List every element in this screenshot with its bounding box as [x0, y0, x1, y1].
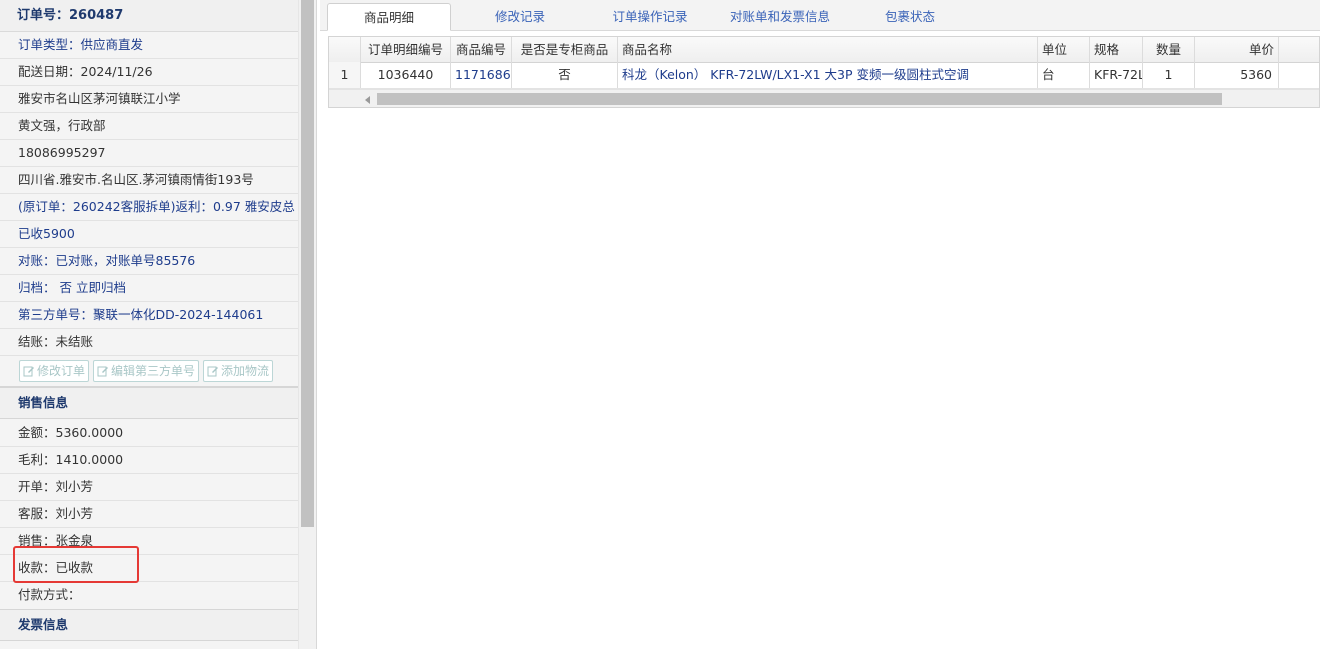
sales-profit: 毛利：1410.0000	[0, 447, 298, 474]
delivery-address: 四川省.雅安市.名山区.茅河镇雨情街193号	[0, 167, 298, 194]
invoice-info-title: 发票信息	[0, 609, 298, 641]
edit-icon	[97, 366, 109, 377]
tab-reconciliation-invoice[interactable]: 对账单和发票信息	[718, 3, 842, 30]
grid-header: 订单明细编号 商品编号 是否是专柜商品 商品名称 单位 规格 数量 单价	[329, 37, 1319, 63]
tabs-bar: 商品明细 修改记录 订单操作记录 对账单和发票信息 包裹状态	[320, 0, 1320, 31]
order-number-title: 订单号：260487	[0, 0, 298, 32]
sales-amount: 金额：5360.0000	[0, 419, 298, 447]
header-product-name[interactable]: 商品名称	[618, 37, 1038, 62]
edit-third-party-label: 编辑第三方单号	[111, 364, 196, 378]
header-spec[interactable]: 规格	[1090, 37, 1143, 62]
row-spec: KFR-72L	[1090, 62, 1143, 88]
row-product-id-link[interactable]: 1171686	[451, 62, 512, 88]
header-is-counter[interactable]: 是否是专柜商品	[512, 37, 618, 62]
row-price: 5360	[1195, 62, 1279, 88]
row-qty: 1	[1143, 62, 1195, 88]
tab-package-status[interactable]: 包裹状态	[860, 3, 960, 30]
row-unit: 台	[1038, 62, 1090, 88]
contact-phone: 18086995297	[0, 140, 298, 167]
add-logistics-button[interactable]: 添加物流	[203, 360, 274, 382]
edit-icon	[23, 366, 34, 377]
received-amount: 已收5900	[0, 221, 298, 248]
payment-highlight-box	[13, 546, 139, 583]
payment-method: 付款方式：	[18, 587, 81, 602]
order-detail-panel: 订单号：260487 订单类型：供应商直发 配送日期：2024/11/26 雅安…	[0, 0, 317, 649]
scrollbar-thumb[interactable]	[301, 0, 314, 527]
edit-icon	[207, 366, 219, 377]
order-actions: 修改订单 编辑第三方单号 添加物流	[0, 356, 298, 387]
sales-service: 客服：刘小芳	[0, 501, 298, 528]
header-unit[interactable]: 单位	[1038, 37, 1090, 62]
delivery-org: 雅安市名山区茅河镇联江小学	[0, 86, 298, 113]
settlement-status: 结账：未结账	[0, 329, 298, 356]
product-grid: 订单明细编号 商品编号 是否是专柜商品 商品名称 单位 规格 数量 单价 1 1…	[328, 36, 1320, 108]
header-index	[329, 37, 361, 62]
left-panel-scrollbar[interactable]	[298, 0, 316, 649]
row-detail-id: 1036440	[361, 62, 451, 88]
scroll-left-icon[interactable]	[365, 96, 370, 104]
tab-edit-history[interactable]: 修改记录	[470, 3, 570, 30]
add-logistics-label: 添加物流	[221, 364, 270, 378]
order-content-panel: 商品明细 修改记录 订单操作记录 对账单和发票信息 包裹状态 订单明细编号 商品…	[320, 0, 1320, 649]
order-info-list: 订单号：260487 订单类型：供应商直发 配送日期：2024/11/26 雅安…	[0, 0, 298, 641]
row-is-counter: 否	[512, 62, 618, 88]
sales-info-title: 销售信息	[0, 387, 298, 419]
reconciliation-status: 对账：已对账，对账单号85576	[0, 248, 298, 275]
order-type: 订单类型：供应商直发	[0, 32, 298, 59]
original-order-note: (原订单：260242客服拆单)返利：0.97 雅安皮总	[0, 194, 298, 221]
edit-third-party-button[interactable]: 编辑第三方单号	[93, 360, 200, 382]
row-index: 1	[329, 62, 361, 88]
tab-product-details[interactable]: 商品明细	[327, 3, 451, 31]
grid-horizontal-scrollbar[interactable]	[329, 89, 1319, 107]
header-qty[interactable]: 数量	[1143, 37, 1195, 62]
header-price[interactable]: 单价	[1195, 37, 1279, 62]
archive-status[interactable]: 归档： 否 立即归档	[0, 275, 298, 302]
sales-issuer: 开单：刘小芳	[0, 474, 298, 501]
table-row[interactable]: 1 1036440 1171686 否 科龙（Kelon） KFR-72LW/L…	[329, 62, 1319, 89]
header-product-id[interactable]: 商品编号	[451, 37, 512, 62]
tab-operation-log[interactable]: 订单操作记录	[592, 3, 708, 30]
third-party-order-number: 第三方单号：聚联一体化DD-2024-144061	[0, 302, 298, 329]
contact-person: 黄文强，行政部	[0, 113, 298, 140]
delivery-date: 配送日期：2024/11/26	[0, 59, 298, 86]
edit-order-button[interactable]: 修改订单	[19, 360, 90, 382]
hscroll-thumb[interactable]	[377, 93, 1222, 105]
row-product-name-link[interactable]: 科龙（Kelon） KFR-72LW/LX1-X1 大3P 变频一级圆柱式空调	[618, 62, 1038, 88]
edit-order-label: 修改订单	[37, 364, 86, 378]
header-detail-id[interactable]: 订单明细编号	[361, 37, 451, 62]
